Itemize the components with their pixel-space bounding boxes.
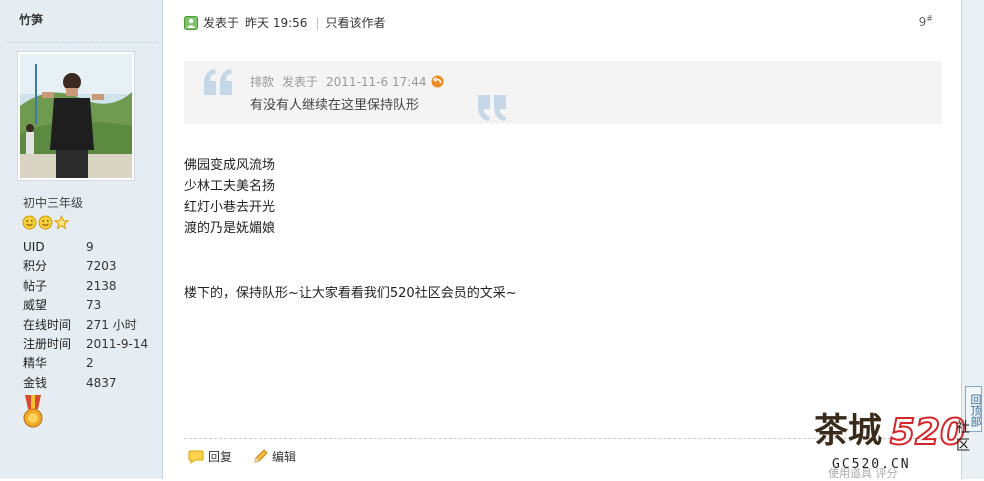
post-body: 佛园变成风流场 少林工夫美名扬 红灯小巷去开光 渡的乃是妩媚娘 [184, 155, 275, 239]
sidebar-divider [7, 42, 158, 43]
stat-value: 9 [86, 240, 94, 254]
quote-text: 有没有人继续在这里保持队形 [250, 98, 420, 113]
floor-number[interactable]: 9# [919, 14, 933, 29]
user-group[interactable]: 初中三年级 [23, 194, 83, 211]
stat-value[interactable]: 2 [86, 354, 94, 373]
stat-label: UID [23, 240, 45, 254]
stat-value: 271 小时 [86, 317, 137, 332]
stat-label[interactable]: 精华 [23, 354, 86, 373]
stat-row: 帖子 2138 [23, 277, 148, 296]
stat-row: 金钱 4837 [23, 374, 148, 393]
post-header: 发表于 昨天 19:56 | 只看该作者 [184, 14, 385, 31]
stat-value: 2011-9-14 [86, 336, 149, 351]
medal-icon[interactable] [22, 395, 44, 432]
quote-close-icon [478, 95, 506, 121]
avatar[interactable] [17, 51, 135, 181]
only-author-link[interactable]: 只看该作者 [325, 14, 385, 31]
posted-label: 发表于 [203, 16, 240, 30]
sun-icon [22, 215, 37, 230]
avatar-photo [20, 54, 132, 178]
floor-mark: # [926, 14, 933, 23]
user-stats: UID 9 积分 7203 帖子 2138 威望 73 在线时间 271 小时 注册时间 2… [23, 238, 148, 393]
edit-label: 编辑 [272, 450, 297, 464]
stat-row: UID 9 [23, 238, 148, 257]
stat-label[interactable]: 金钱 [23, 374, 86, 393]
stat-row: 威望 73 [23, 296, 148, 315]
post-actions: 回复 编辑 [188, 448, 316, 465]
stat-label[interactable]: 积分 [23, 257, 86, 276]
stat-row: 在线时间 271 小时 [23, 316, 148, 335]
poem-line: 渡的乃是妩媚娘 [184, 221, 276, 236]
stat-label[interactable]: 在线时间 [23, 316, 86, 335]
watermark-suffix-1: 社 [956, 420, 970, 436]
stat-label[interactable]: 帖子 [23, 277, 86, 296]
posted-time: 昨天 19:56 [245, 16, 308, 30]
reply-button[interactable]: 回复 [188, 448, 232, 465]
edit-button[interactable]: 编辑 [252, 448, 296, 465]
watermark-number: 520 [890, 412, 965, 453]
stat-row: 精华 2 [23, 354, 148, 373]
stat-value[interactable]: 2138 [86, 277, 117, 296]
author-name[interactable]: 竹笋 [19, 11, 43, 28]
sun-icon [38, 215, 53, 230]
stat-value: 7203 [86, 259, 117, 274]
watermark-brand: 茶城 [814, 411, 882, 451]
poem-line: 红灯小巷去开光 [184, 200, 276, 215]
poem-line: 少林工夫美名扬 [184, 179, 276, 194]
watermark-domain: GC520.CN [832, 457, 911, 472]
stat-label[interactable]: 注册时间 [23, 335, 86, 354]
stat-row: 注册时间 2011-9-14 [23, 335, 148, 354]
author-sidebar: 竹笋 初中三年级 UID 9 积分 7203 帖子 2138 威望 73 在线时… [0, 0, 163, 479]
quote-block: 排款 发表于 2011-11-6 17:44 有没有人继续在这里保持队形 [184, 61, 942, 124]
reply-label: 回复 [208, 450, 233, 464]
stat-value: 73 [86, 298, 102, 313]
rank-stars [22, 214, 70, 230]
quote-author: 排款 [250, 75, 275, 89]
quote-time: 2011-11-6 17:44 [326, 74, 427, 89]
stat-row: 积分 7203 [23, 257, 148, 276]
stat-value: 4837 [86, 375, 117, 390]
watermark-suffix-2: 区 [956, 438, 970, 454]
site-watermark-logo: 茶城 520 社 区 GC520.CN [814, 411, 970, 472]
header-divider: | [315, 15, 320, 30]
star-icon [53, 214, 70, 230]
speech-bubble-icon [188, 450, 204, 464]
stat-label[interactable]: 威望 [23, 296, 86, 315]
quote-open-icon [204, 69, 232, 95]
post-tail-text: 楼下的，保持队形~让大家看看我们520社区会员的文采~ [184, 286, 517, 301]
pencil-icon [254, 448, 268, 463]
online-status-icon [184, 15, 198, 30]
quote-meta: 排款 发表于 2011-11-6 17:44 [250, 73, 444, 90]
jump-to-post-icon[interactable] [431, 75, 444, 88]
poem-line: 佛园变成风流场 [184, 158, 276, 173]
quote-posted-label: 发表于 [282, 75, 319, 89]
